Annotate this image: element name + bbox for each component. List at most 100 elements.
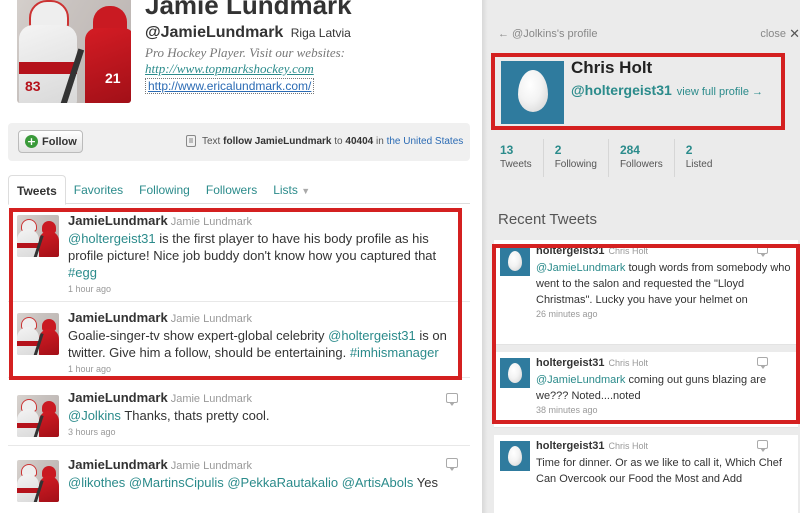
website-link-1[interactable]: http://www.topmarkshockey.com — [145, 61, 314, 77]
back-link[interactable]: ← @Jolkins's profile — [498, 28, 597, 40]
tweet-header: JamieLundmark Jamie Lundmark — [68, 213, 460, 228]
tweet-avatar[interactable] — [17, 460, 59, 502]
mention-link[interactable]: @holtergeist31 — [328, 328, 416, 343]
tweet-item: JamieLundmark Jamie Lundmark Goalie-singe… — [8, 302, 470, 378]
country-link[interactable]: the United States — [387, 136, 464, 147]
mention-link[interactable]: @JamieLundmark — [536, 262, 625, 274]
egg-avatar[interactable] — [500, 246, 530, 276]
profile-handle: @JamieLundmark — [145, 24, 284, 41]
panel-profile-name: Chris Holt — [571, 58, 653, 77]
tweet-fullname: Chris Holt — [608, 246, 648, 256]
stat-value: 2 — [685, 143, 693, 157]
tab-followers[interactable]: Followers — [198, 175, 265, 204]
tweet-header: JamieLundmark Jamie Lundmark — [68, 390, 460, 405]
tweet-item: JamieLundmark Jamie Lundmark @Jolkins Tha… — [8, 384, 470, 446]
tweet-username[interactable]: holtergeist31 — [536, 245, 604, 257]
stat-value: 284 — [619, 143, 640, 157]
tab-lists[interactable]: Lists ▼ — [265, 175, 318, 204]
tweet-fullname: Jamie Lundmark — [170, 393, 253, 405]
follow-label: Follow — [42, 135, 77, 148]
mini-profile-card: Chris Holt @holtergeist31 view full profi… — [492, 53, 782, 129]
tab-lists-label: Lists — [273, 183, 298, 197]
recent-tweet-text: @JamieLundmark coming out guns blazing a… — [536, 372, 792, 404]
tweet-timestamp[interactable]: 38 minutes ago — [536, 405, 792, 415]
mention-link[interactable]: @JamieLundmark — [536, 374, 625, 386]
stat-following[interactable]: 2 Following — [544, 139, 609, 177]
tweet-fullname: Chris Holt — [608, 441, 648, 451]
tweet-avatar[interactable] — [17, 215, 59, 257]
stat-label: Followers — [619, 159, 663, 170]
recent-tweet-text: @JamieLundmark tough words from somebody… — [536, 260, 792, 308]
profile-stats: 13 Tweets 2 Following 284 Followers 2 Listed — [488, 139, 800, 177]
tweet-timestamp[interactable]: 3 hours ago — [68, 427, 460, 437]
text-follow-command: follow JamieLundmark — [223, 135, 332, 147]
shortcode: 40404 — [345, 135, 374, 147]
recent-tweet-body: holtergeist31 Chris Holt @JamieLundmark t… — [536, 245, 792, 319]
hashtag-link[interactable]: #imhismanager — [350, 345, 439, 360]
stat-listed[interactable]: 2 Listed — [675, 139, 724, 177]
tweet-text-part: Goalie-singer-tv show expert-global cele… — [68, 328, 329, 343]
tweet-text: @holtergeist31 is the first player to ha… — [68, 230, 460, 281]
recent-tweet-item: holtergeist31 Chris Holt @JamieLundmark t… — [494, 240, 798, 345]
recent-tweet-text: Time for dinner. Or as we like to call i… — [536, 455, 792, 487]
hashtag-link[interactable]: #egg — [68, 265, 97, 280]
tweet-avatar[interactable] — [17, 313, 59, 355]
recent-tweet-body: holtergeist31 Chris Holt @JamieLundmark c… — [536, 357, 792, 415]
follow-button[interactable]: + Follow — [18, 130, 83, 153]
recent-tweet-header: holtergeist31 Chris Holt — [536, 440, 792, 452]
tweet-username[interactable]: JamieLundmark — [68, 457, 168, 472]
chevron-down-icon: ▼ — [301, 186, 311, 196]
tweet-timestamp[interactable]: 26 minutes ago — [536, 309, 792, 319]
tweet-text-part: Thanks, thats pretty cool. — [120, 408, 270, 423]
view-full-profile-link[interactable]: view full profile → — [677, 86, 763, 98]
close-link[interactable]: close — [760, 28, 786, 40]
stat-tweets[interactable]: 13 Tweets — [488, 139, 544, 177]
tweet-body: JamieLundmark Jamie Lundmark @Jolkins Tha… — [68, 390, 460, 437]
tweet-header: JamieLundmark Jamie Lundmark — [68, 457, 460, 472]
profile-page: 21 83 Jamie Lundmark @JamieLundmark Riga… — [0, 0, 482, 513]
profile-avatar[interactable]: 21 83 — [17, 0, 131, 103]
egg-avatar[interactable] — [501, 61, 564, 124]
panel-profile-handle-row: @holtergeist31 view full profile → — [571, 82, 763, 98]
mention-link[interactable]: @Jolkins — [68, 408, 121, 423]
phone-icon — [186, 135, 196, 147]
tab-favorites[interactable]: Favorites — [66, 175, 131, 204]
close-icon[interactable]: ✕ — [789, 27, 800, 42]
tweet-text: Goalie-singer-tv show expert-global cele… — [68, 327, 460, 361]
tweet-fullname: Chris Holt — [608, 358, 648, 368]
text-in: in — [375, 135, 384, 147]
tweet-username[interactable]: holtergeist31 — [536, 440, 604, 452]
text-prefix: Text — [202, 135, 221, 147]
recent-tweets-heading: Recent Tweets — [498, 211, 597, 228]
website-link-2[interactable]: http://www.ericalundmark.com/ — [145, 78, 315, 94]
tweet-text: @Jolkins Thanks, thats pretty cool. — [68, 407, 460, 424]
tweet-timestamp[interactable]: 1 hour ago — [68, 364, 460, 374]
tweet-username[interactable]: JamieLundmark — [68, 213, 168, 228]
tweet-username[interactable]: holtergeist31 — [536, 357, 604, 369]
egg-avatar[interactable] — [500, 441, 530, 471]
hockey-photo: 21 83 — [17, 0, 131, 103]
recent-tweet-item: holtergeist31 Chris Holt @JamieLundmark c… — [494, 352, 798, 428]
egg-icon — [518, 70, 548, 112]
tweet-body: JamieLundmark Jamie Lundmark @holtergeist… — [68, 213, 460, 294]
panel-profile-handle[interactable]: @holtergeist31 — [571, 82, 672, 98]
tab-tweets[interactable]: Tweets — [8, 175, 66, 205]
tweet-avatar[interactable] — [17, 395, 59, 437]
mention-link[interactable]: @likothes @MartinsCipulis @PekkaRautakal… — [68, 475, 413, 490]
profile-location: Riga Latvia — [290, 26, 351, 40]
plus-icon: + — [25, 135, 38, 148]
tweet-username[interactable]: JamieLundmark — [68, 310, 168, 325]
egg-icon — [508, 446, 522, 466]
recent-tweet-header: holtergeist31 Chris Holt — [536, 357, 792, 369]
panel-header: ← @Jolkins's profile close ✕ — [488, 0, 800, 50]
mention-link[interactable]: @holtergeist31 — [68, 231, 156, 246]
tweet-timestamp[interactable]: 1 hour ago — [68, 284, 460, 294]
egg-avatar[interactable] — [500, 358, 530, 388]
profile-tabs: Tweets Favorites Following Followers Lis… — [8, 175, 470, 205]
text-to: to — [334, 135, 343, 147]
stat-value: 2 — [554, 143, 562, 157]
tweet-username[interactable]: JamieLundmark — [68, 390, 168, 405]
tweet-body: JamieLundmark Jamie Lundmark Goalie-singe… — [68, 310, 460, 374]
tab-following[interactable]: Following — [131, 175, 198, 204]
stat-followers[interactable]: 284 Followers — [609, 139, 675, 177]
